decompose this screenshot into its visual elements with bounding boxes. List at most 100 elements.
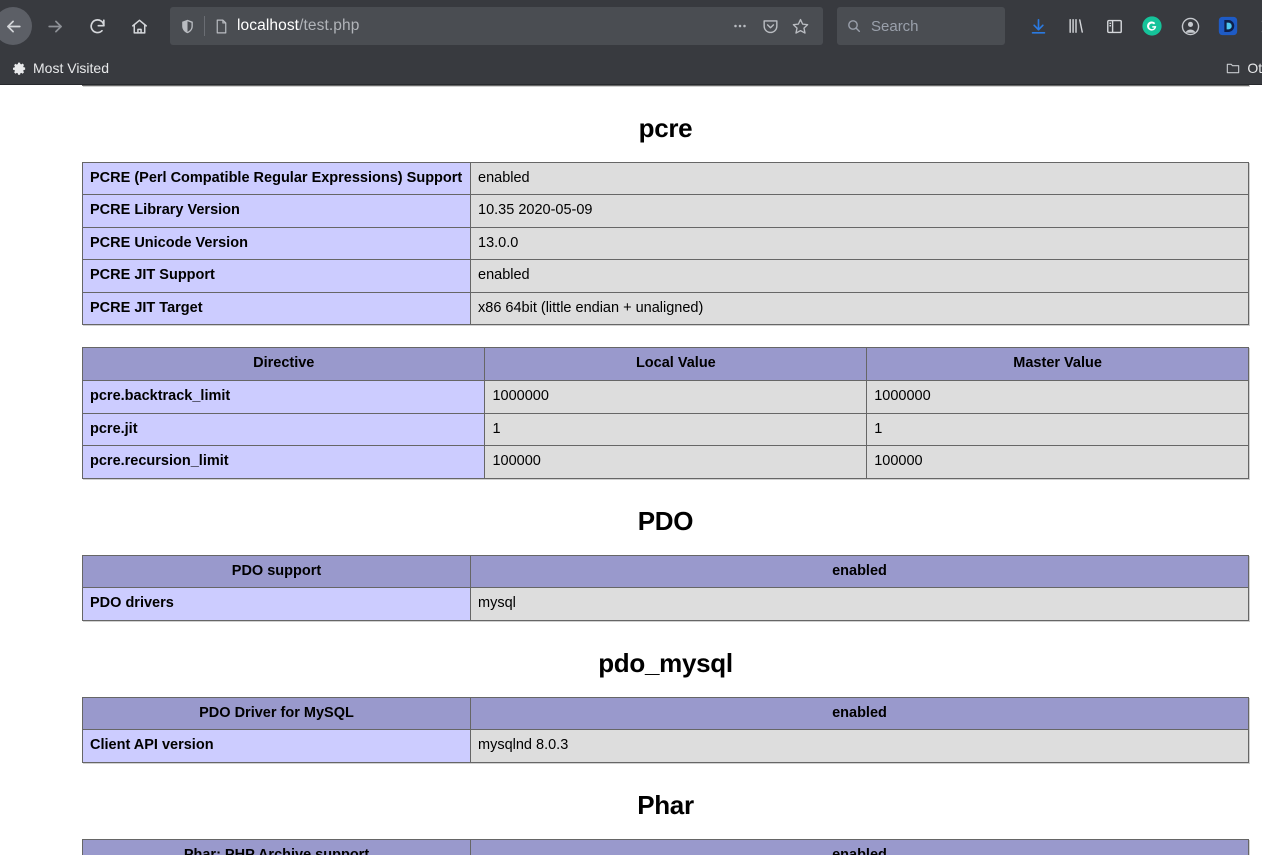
row-value: 13.0.0 (470, 226, 1249, 261)
search-bar[interactable]: Search (837, 7, 1005, 45)
table-mysqlnd-partial: mysqlnd enabled (82, 85, 1249, 86)
table-phar: Phar: PHP Archive support enabled (82, 838, 1249, 855)
row-key: PCRE JIT Support (82, 259, 471, 293)
section-title-pdo: PDO (637, 505, 694, 536)
row-key: PCRE Unicode Version (82, 226, 471, 261)
table-header-row: PDO Driver for MySQL enabled (82, 696, 1249, 731)
page-actions-ellipsis-icon (734, 24, 746, 28)
row-value: 10.35 2020-05-09 (470, 194, 1249, 228)
url-actions (725, 11, 815, 41)
home-icon (131, 19, 147, 34)
directive-local-value: 1000000 (484, 379, 868, 414)
directive-name: pcre.recursion_limit (81, 445, 486, 479)
directive-name: pcre.backtrack_limit (81, 379, 486, 414)
page-actions-button[interactable] (725, 11, 755, 41)
row-key: PDO drivers (82, 587, 471, 621)
table-row: pcre.jit 1 1 (81, 412, 1249, 447)
toolbar-icons (1019, 7, 1262, 45)
directive-local-value: 1 (484, 412, 868, 447)
section-title-phar: Phar (637, 789, 694, 820)
bookmark-button[interactable] (785, 11, 815, 41)
phar-support-label: Phar: PHP Archive support (82, 838, 471, 855)
table-row: pcre.recursion_limit 100000 100000 (81, 445, 1249, 479)
back-arrow-icon (6, 20, 21, 32)
bookmark-other-bookmarks[interactable]: Oth (1219, 55, 1262, 81)
most-visited-gear-icon (13, 62, 26, 75)
section-title-pcre: pcre (638, 112, 693, 143)
row-value: enabled (470, 259, 1249, 293)
reload-button[interactable] (78, 7, 116, 45)
table-row: PDO drivers mysql (82, 587, 1249, 621)
page-document-icon (216, 19, 226, 33)
directive-master-value: 1 (866, 412, 1249, 447)
table-pdo-mysql: PDO Driver for MySQL enabled Client API … (82, 696, 1249, 763)
table-row: PCRE JIT Support enabled (82, 259, 1249, 293)
sidebar-icon (1106, 19, 1122, 33)
table-row: PCRE Unicode Version 13.0.0 (82, 226, 1249, 261)
tracking-protection-button[interactable] (170, 7, 204, 45)
pdo-support-label: PDO support (82, 554, 471, 589)
bookmark-most-visited[interactable]: Most Visited (6, 55, 115, 81)
forward-arrow-icon (47, 20, 62, 32)
extension-icon (1218, 16, 1238, 36)
home-button[interactable] (120, 7, 158, 45)
search-input-placeholder[interactable]: Search (871, 18, 919, 35)
col-header-local-value: Local Value (484, 347, 868, 381)
phpinfo-document: mysqlnd enabled pcre PCRE (Perl Compatib… (0, 85, 1262, 855)
library-button[interactable] (1057, 7, 1095, 45)
other-bookmarks-container: Oth (1219, 55, 1262, 81)
row-value: mysql (470, 587, 1249, 621)
section-title-pdo-mysql: pdo_mysql (598, 647, 733, 678)
table-pdo: PDO support enabled PDO drivers mysql (82, 554, 1249, 621)
downloads-icon (1031, 18, 1045, 34)
table-row: PCRE Library Version 10.35 2020-05-09 (82, 194, 1249, 228)
col-header-directive: Directive (81, 347, 486, 381)
overflow-menu-button[interactable] (1247, 7, 1262, 45)
pdo-mysql-driver-label: PDO Driver for MySQL (82, 696, 471, 731)
url-path: /test.php (299, 17, 360, 34)
folder-icon (1227, 63, 1240, 74)
directive-master-value: 1000000 (866, 379, 1249, 414)
pdo-support-value: enabled (470, 554, 1249, 589)
sidebar-button[interactable] (1095, 7, 1133, 45)
pocket-button[interactable] (755, 11, 785, 41)
downloads-button[interactable] (1019, 7, 1057, 45)
row-key: PCRE (Perl Compatible Regular Expression… (82, 161, 471, 196)
url-text[interactable]: localhost/test.php (237, 17, 725, 35)
bookmark-star-icon (792, 18, 808, 34)
tracking-protection-shield-icon (181, 19, 193, 33)
page-info-button[interactable] (205, 7, 237, 45)
row-key: PCRE JIT Target (82, 291, 471, 326)
extension-button[interactable] (1209, 7, 1247, 45)
phar-support-value: enabled (470, 838, 1249, 855)
grammarly-extension-button[interactable] (1133, 7, 1171, 45)
table-header-row: Directive Local Value Master Value (81, 347, 1249, 381)
url-host: localhost (237, 17, 300, 34)
table-row: PCRE (Perl Compatible Regular Expression… (82, 161, 1249, 196)
table-pcre-directives: Directive Local Value Master Value pcre.… (81, 347, 1249, 479)
table-header-row: Phar: PHP Archive support enabled (82, 838, 1249, 855)
table-row: pcre.backtrack_limit 1000000 1000000 (81, 379, 1249, 414)
pocket-icon (762, 19, 778, 33)
back-button[interactable] (0, 7, 32, 45)
directive-local-value: 100000 (484, 445, 868, 479)
row-value: mysqlnd 8.0.3 (470, 729, 1249, 763)
forward-button[interactable] (36, 7, 74, 45)
browser-chrome: localhost/test.php Search Most Visited O… (0, 0, 1262, 85)
table-header-row: PDO support enabled (82, 554, 1249, 589)
row-key: Client API version (82, 729, 471, 763)
grammarly-extension-icon (1142, 16, 1162, 36)
navigation-toolbar: localhost/test.php Search (0, 0, 1262, 52)
table-row: PCRE JIT Target x86 64bit (little endian… (82, 291, 1249, 326)
pdo-mysql-driver-value: enabled (470, 696, 1249, 731)
bookmark-other-bookmarks-label: Oth (1247, 60, 1262, 76)
search-magnifier-icon (848, 20, 861, 33)
directive-master-value: 100000 (866, 445, 1249, 479)
account-icon (1181, 17, 1199, 35)
row-value: enabled (470, 161, 1249, 196)
reload-icon (89, 18, 105, 33)
overflow-chevron-icon (1261, 20, 1262, 32)
url-bar[interactable]: localhost/test.php (170, 7, 823, 45)
table-pcre-support: PCRE (Perl Compatible Regular Expression… (82, 161, 1249, 326)
account-button[interactable] (1171, 7, 1209, 45)
